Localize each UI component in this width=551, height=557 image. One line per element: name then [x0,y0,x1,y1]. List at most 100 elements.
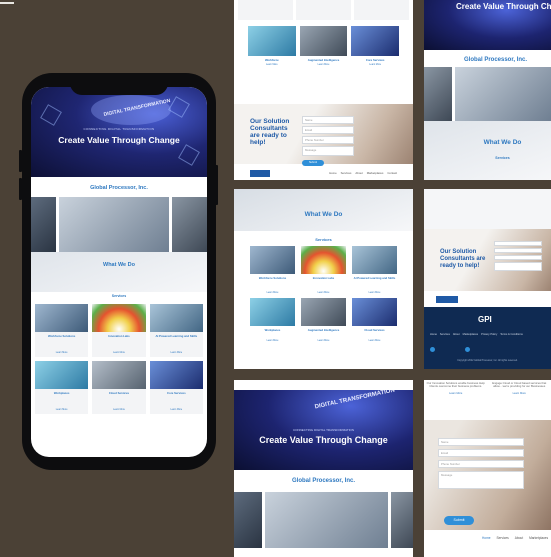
hero-banner: DIGITAL TRANSFORMATION CONNECTING DIGITA… [234,390,413,470]
nav-home[interactable]: Home [329,171,336,175]
service-card[interactable]: Augmented Intelligence Learn More [299,26,348,66]
blurb-text: Our Innovation Solutions enable business… [426,381,485,389]
nav-services[interactable]: Services [497,536,509,540]
phone-field[interactable]: Phone Number [438,460,524,468]
email-field[interactable]: Email [302,126,354,134]
hero-kicker: CONNECTING DIGITAL TRANSFORMATION [292,428,355,432]
service-card[interactable]: AI Powered Learning and Skills Learn Mor… [149,304,203,357]
service-card-text [352,332,397,338]
phone-field[interactable]: Phone Number [302,136,354,144]
service-card-image [301,298,346,326]
footer-link[interactable]: Marketplaces [463,333,478,336]
learn-more-link[interactable]: Learn More [150,352,203,354]
learn-more-link[interactable]: Learn More [250,292,295,294]
name-field[interactable]: Name [438,438,524,446]
image-carousel[interactable] [234,492,413,548]
service-card[interactable]: Workforce Learn More [248,26,296,66]
learn-more-link[interactable]: Learn More [426,392,486,395]
footer-links: Home Services About Marketplaces Privacy… [430,333,523,336]
nav-contact[interactable]: Contact [387,171,397,175]
gpi-logo[interactable] [250,169,270,177]
learn-more-link[interactable]: Learn More [301,340,346,342]
name-field[interactable]: Name [302,116,354,124]
service-card-title: Workforce [264,58,279,62]
learn-more-link[interactable]: Learn More [301,292,346,294]
service-card[interactable]: Workforce Solutions Learn More [35,304,89,357]
what-we-do-section: What We Do [31,252,207,292]
learn-more-link[interactable]: Learn More [300,64,348,66]
service-card-image [352,298,397,326]
service-card[interactable]: Cloud Services Learn More [352,298,397,342]
phone-field[interactable] [494,255,542,260]
phone-hero-banner: DIGITAL TRANSFORMATION CONNECTING DIGITA… [31,87,207,177]
learn-more-link[interactable]: Learn More [352,340,397,342]
learn-more-link[interactable]: Learn More [490,392,550,395]
footer-link[interactable]: Terms & Conditions [500,333,523,336]
learn-more-link[interactable]: Learn More [92,352,145,354]
service-card[interactable]: Workplaces Learn More [250,298,295,342]
nav-about[interactable]: About [515,536,523,540]
hero-title: Create Value Through Change [259,435,388,445]
image-carousel[interactable] [424,67,551,121]
site-footer: GPI Home Services About Marketplaces Pri… [424,307,551,369]
contact-section: Our Solution Consultants are ready to he… [234,104,413,166]
learn-more-link[interactable]: Learn More [248,64,296,66]
service-card[interactable]: Innovation Labs Learn More [92,304,146,357]
footer-link[interactable]: Services [440,333,450,336]
service-card-text [250,280,295,290]
carousel-slide [234,492,262,548]
screenshot-panel-hero: DIGITAL TRANSFORMATION CONNECTING DIGITA… [234,380,413,557]
learn-more-link[interactable]: Learn More [35,409,88,411]
phone-power-button [215,165,218,205]
carousel-slide-active [455,67,551,121]
footer-link[interactable]: Home [430,333,437,336]
nav-marketplaces[interactable]: Marketplaces [367,171,384,175]
service-card-image [301,246,346,274]
hero-title: Create Value Through Ch [456,2,551,11]
message-field[interactable]: Message [438,471,524,489]
services-heading: Services [111,294,127,298]
learn-more-link[interactable]: Learn More [35,352,88,354]
service-card-title: Core Services [365,58,385,62]
service-card[interactable]: Innovation Labs Learn More [301,246,346,294]
service-card-text [301,280,346,290]
learn-more-link[interactable]: Learn More [92,409,145,411]
service-card[interactable]: Core Services Learn More [149,361,203,414]
card-row-fragment [424,189,551,229]
service-card[interactable]: Core Services Learn More [351,26,399,66]
card-fragment [354,0,409,20]
email-field[interactable] [494,248,542,253]
email-field[interactable]: Email [438,449,524,457]
service-card[interactable]: AI Powered Learning and Skills Learn Mor… [352,246,397,294]
service-card[interactable]: Workplaces Learn More [35,361,89,414]
footer-link[interactable]: Privacy Policy [481,333,497,336]
consultants-heading: Our Solution Consultants are ready to he… [250,118,290,146]
learn-more-link[interactable]: Learn More [150,409,203,411]
service-card[interactable]: Workforce Solutions Learn More [250,246,295,294]
name-field[interactable] [494,241,542,246]
nav-marketplaces[interactable]: Marketplaces [529,536,548,540]
service-card-text [92,395,145,407]
message-field[interactable]: Message [302,146,354,156]
company-heading: Global Processor, Inc. [464,57,528,63]
service-card[interactable]: Cloud Services Learn More [92,361,146,414]
blurb-card: Engage Cloud or Cloud based services tha… [490,381,550,420]
service-card[interactable]: Augmented Intelligence Learn More [301,298,346,342]
learn-more-link[interactable]: Learn More [352,292,397,294]
learn-more-link[interactable]: Learn More [250,340,295,342]
image-carousel[interactable] [31,197,207,252]
footer-logo[interactable]: GPI [478,315,492,324]
contact-form [494,241,542,271]
footer-link[interactable]: About [453,333,460,336]
contact-form: Name Email Phone Number Message [302,116,354,156]
message-field[interactable] [494,262,542,271]
service-card-title: Augmented Intelligence [307,328,340,332]
submit-button[interactable]: Submit [444,516,474,525]
nav-services[interactable]: Services [341,171,352,175]
corner-mark [0,2,14,4]
nav-home[interactable]: Home [482,536,491,540]
nav-about[interactable]: About [355,171,362,175]
hero-banner: Create Value Through Ch [424,0,551,50]
gpi-logo[interactable] [436,295,458,303]
learn-more-link[interactable]: Learn More [351,64,399,66]
